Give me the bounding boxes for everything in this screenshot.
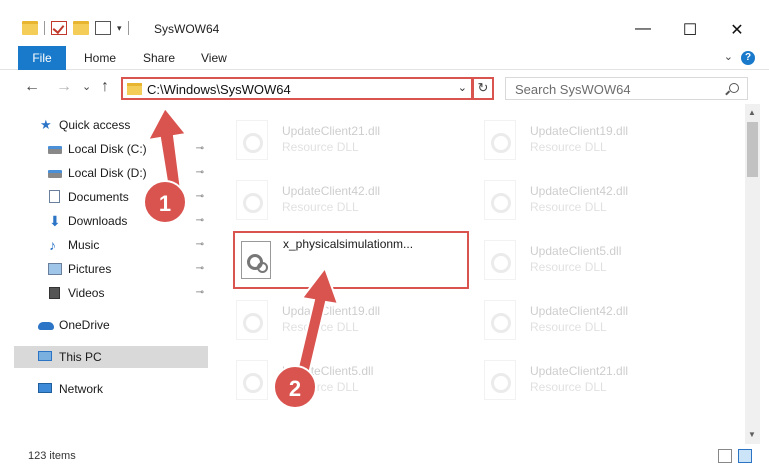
annotation-arrows <box>146 106 340 380</box>
step-badge-1: 1 <box>143 180 187 224</box>
arrow-step2 <box>294 265 340 380</box>
step-badge-2: 2 <box>273 365 317 409</box>
